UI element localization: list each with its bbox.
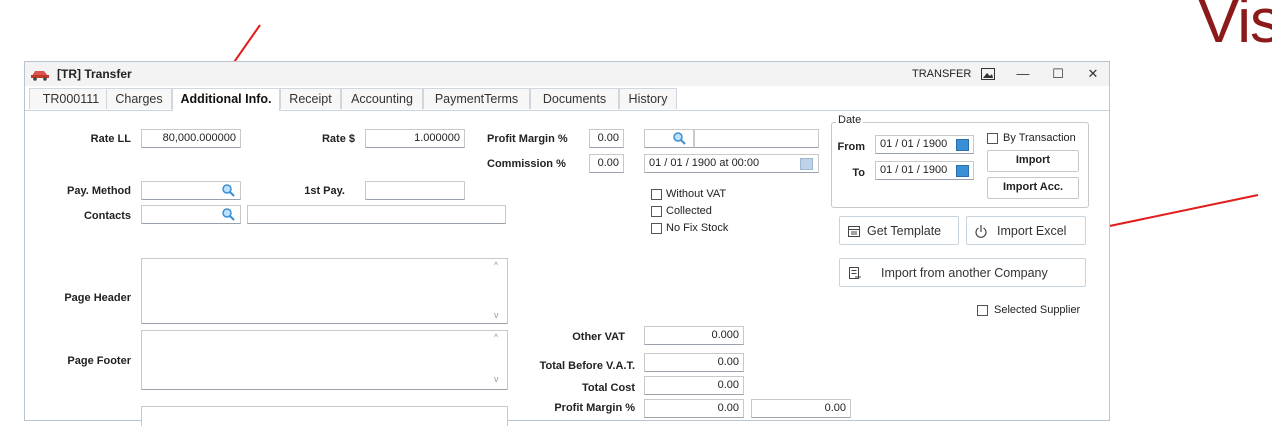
tab-tr000111[interactable]: TR000111 [29,88,113,109]
scroll-up-icon[interactable]: ^ [494,260,498,270]
collected-label: Collected [666,205,712,217]
import-excel-button[interactable]: Import Excel [966,216,1086,245]
lookup-input[interactable] [644,129,694,148]
contacts-description-input[interactable] [247,205,506,224]
extra-textarea[interactable] [141,406,508,426]
tab-accounting[interactable]: Accounting [341,88,423,109]
selected-supplier-label: Selected Supplier [994,304,1081,316]
tab-receipt[interactable]: Receipt [280,88,341,109]
search-icon[interactable] [673,132,686,145]
no-fix-stock-checkbox[interactable] [651,223,662,234]
transfer-window: [TR] Transfer TRANSFER — ☐ ✕ TR000111 Ch… [24,61,1110,426]
other-vat-input[interactable]: 0.000 [644,326,744,345]
scroll-down-icon[interactable]: v [494,374,499,384]
total-before-vat-label: Total Before V.A.T. [539,360,635,372]
date-group-title: Date [836,114,864,126]
scroll-up-icon[interactable]: ^ [494,332,498,342]
calendar-icon[interactable] [956,139,969,151]
page-footer-textarea[interactable] [141,330,508,390]
window-title: [TR] Transfer [57,67,132,81]
tab-charges[interactable]: Charges [106,88,172,109]
rate-usd-input[interactable]: 1.000000 [365,129,465,148]
car-icon [31,71,49,81]
no-fix-stock-label: No Fix Stock [666,222,729,234]
totals-profit-margin-label: Profit Margin % [554,402,635,414]
total-cost-input[interactable]: 0.00 [644,376,744,395]
other-vat-label: Other VAT [572,331,625,343]
title-bar: [TR] Transfer TRANSFER — ☐ ✕ [25,62,1109,86]
to-label: To [852,167,865,179]
from-label: From [837,141,866,153]
selected-supplier-checkbox[interactable] [977,305,988,316]
total-cost-label: Total Cost [582,382,635,394]
search-icon[interactable] [222,184,235,197]
rate-ll-label: Rate LL [90,133,131,145]
close-button[interactable]: ✕ [1083,65,1103,83]
get-template-label: Get Template [867,224,942,238]
calendar-icon[interactable] [956,165,969,177]
maximize-button[interactable]: ☐ [1048,65,1068,83]
by-transaction-checkbox[interactable] [987,133,998,144]
page-header-textarea[interactable] [141,258,508,324]
page-header-label: Page Header [64,292,131,304]
collected-checkbox[interactable] [651,206,662,217]
by-transaction-label: By Transaction [1003,132,1076,144]
totals-profit-margin-secondary-input[interactable]: 0.00 [751,399,851,418]
image-icon[interactable] [978,65,998,83]
pay-method-label: Pay. Method [67,185,131,197]
calendar-icon[interactable] [800,158,813,170]
tab-payment-terms[interactable]: PaymentTerms [423,88,530,109]
get-template-button[interactable]: Get Template [839,216,959,245]
tab-documents[interactable]: Documents [530,88,619,109]
search-icon[interactable] [222,208,235,221]
tab-additional-info[interactable]: Additional Info. [172,88,280,111]
commission-date-input[interactable]: 01 / 01 / 1900 at 00:00 [644,154,819,173]
without-vat-checkbox[interactable] [651,189,662,200]
page-footer-label: Page Footer [67,355,131,367]
company-import-icon [849,267,861,279]
first-pay-input[interactable] [365,181,465,200]
import-excel-label: Import Excel [997,224,1067,238]
arrow-to-import-excel-button [1089,194,1259,233]
import-from-another-company-label: Import from another Company [881,266,1048,280]
rate-usd-label: Rate $ [321,133,355,145]
totals-profit-margin-input[interactable]: 0.00 [644,399,744,418]
commission-input[interactable]: 0.00 [589,154,624,173]
window-code-label: TRANSFER [912,68,972,80]
commission-label: Commission % [487,158,566,170]
template-icon [848,226,860,237]
profit-margin-label: Profit Margin % [487,133,568,145]
scroll-down-icon[interactable]: v [494,310,499,320]
without-vat-label: Without VAT [666,188,727,200]
import-button[interactable]: Import [987,150,1079,172]
profit-margin-input[interactable]: 0.00 [589,129,624,148]
tab-bar: TR000111 Charges Additional Info. Receip… [25,88,1109,111]
minimize-button[interactable]: — [1013,65,1033,83]
import-icon [975,225,987,238]
tab-history[interactable]: History [619,88,677,109]
import-acc-button[interactable]: Import Acc. [987,177,1079,199]
total-before-vat-input[interactable]: 0.00 [644,353,744,372]
import-from-another-company-button[interactable]: Import from another Company [839,258,1086,287]
rate-ll-input[interactable]: 80,000.000000 [141,129,241,148]
lookup-description-input[interactable] [694,129,819,148]
first-pay-label: 1st Pay. [304,185,345,197]
contacts-label: Contacts [83,210,131,222]
